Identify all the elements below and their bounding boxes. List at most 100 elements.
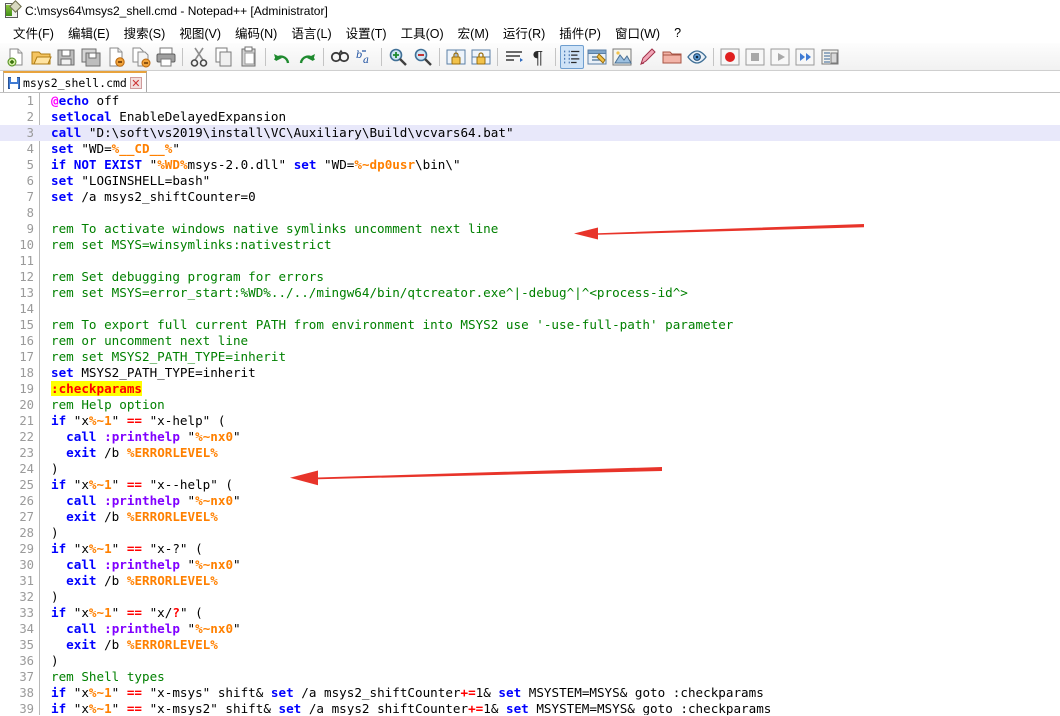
code-line[interactable]: 5 if NOT EXIST "%WD%msys-2.0.dll" set "WD… [0,157,1060,173]
code-line[interactable]: 16 rem or uncomment next line [0,333,1060,349]
close-file-icon[interactable] [104,45,128,69]
code-line[interactable]: 29 if "x%~1" == "x-?" ( [0,541,1060,557]
code-line[interactable]: 24) [0,461,1060,477]
menu-search[interactable]: 搜索(S) [117,21,173,44]
code-line[interactable]: 33 if "x%~1" == "x/?" ( [0,605,1060,621]
code-line[interactable]: 22 call :printhelp "%~nx0" [0,429,1060,445]
token-t: "x [66,413,89,428]
code-line[interactable]: 17 rem set MSYS2_PATH_TYPE=inherit [0,349,1060,365]
menu-edit[interactable]: 编辑(E) [61,21,117,44]
token-v: %~1 [88,701,112,715]
code-line[interactable]: 8 [0,205,1060,221]
code-line[interactable]: 34 call :printhelp "%~nx0" [0,621,1060,637]
code-line[interactable]: 32) [0,589,1060,605]
token-t [51,557,66,572]
cut-icon[interactable] [187,45,211,69]
sync-vertical-scroll-icon[interactable] [444,45,468,69]
replace-icon[interactable]: b a [353,45,377,69]
code-content[interactable]: 1 @echo off 2 setlocal EnableDelayedExpansi… [0,93,1060,715]
code-line[interactable]: 15 rem To export full current PATH from e… [0,317,1060,333]
monitoring-icon[interactable] [685,45,709,69]
tab-msys2-shell-cmd[interactable]: msys2_shell.cmd ✕ [3,71,147,92]
menu-run[interactable]: 运行(R) [496,21,552,44]
menu-tools[interactable]: 工具(O) [394,21,451,44]
code-line[interactable]: 30 call :printhelp "%~nx0" [0,557,1060,573]
sync-horizontal-scroll-icon[interactable] [469,45,493,69]
menu-settings[interactable]: 设置(T) [339,21,394,44]
token-k: if [51,157,67,172]
show-all-characters-icon[interactable]: ¶ [527,45,551,69]
code-line[interactable]: 7 set /a msys2_shiftCounter=0 [0,189,1060,205]
code-line[interactable]: 23 exit /b %ERRORLEVEL% [0,445,1060,461]
code-line[interactable]: 38 if "x%~1" == "x-msys" shift& set /a ms… [0,685,1060,701]
code-line[interactable]: 13 rem set MSYS=error_start:%WD%../../min… [0,285,1060,301]
menu-plugins[interactable]: 插件(P) [552,21,608,44]
save-all-icon[interactable] [79,45,103,69]
stop-record-macro-icon[interactable] [743,45,767,69]
menu-encoding[interactable]: 编码(N) [228,21,284,44]
line-number: 39 [19,702,34,715]
close-all-icon[interactable] [129,45,153,69]
token-t: 1& [483,701,506,715]
new-file-icon[interactable] [4,45,28,69]
document-map-icon[interactable] [610,45,634,69]
code-line[interactable]: 12 rem Set debugging program for errors [0,269,1060,285]
save-icon[interactable] [54,45,78,69]
start-record-macro-icon[interactable] [718,45,742,69]
editor-area[interactable]: 1 @echo off 2 setlocal EnableDelayedExpansi… [0,93,1060,715]
menu-help[interactable]: ? [667,24,688,42]
save-current-macro-icon[interactable] [818,45,842,69]
find-icon[interactable] [328,45,352,69]
code-line[interactable]: 26 call :printhelp "%~nx0" [0,493,1060,509]
code-line[interactable]: 20 rem Help option [0,397,1060,413]
menu-macro[interactable]: 宏(M) [451,21,496,44]
undo-icon[interactable] [270,45,294,69]
redo-icon[interactable] [295,45,319,69]
code-line[interactable]: 1 @echo off [0,93,1060,109]
play-macro-icon[interactable] [768,45,792,69]
code-line[interactable]: 25 if "x%~1" == "x--help" ( [0,477,1060,493]
token-t [66,157,74,172]
code-line[interactable]: 36) [0,653,1060,669]
code-line[interactable]: 18 set MSYS2_PATH_TYPE=inherit [0,365,1060,381]
code-line[interactable]: 35 exit /b %ERRORLEVEL% [0,637,1060,653]
code-line[interactable]: 21 if "x%~1" == "x-help" ( [0,413,1060,429]
code-line[interactable]: 11 [0,253,1060,269]
folder-as-workspace-icon[interactable] [660,45,684,69]
code-line[interactable]: 28) [0,525,1060,541]
code-line[interactable]: 37 rem Shell types [0,669,1060,685]
code-line[interactable]: 27 exit /b %ERRORLEVEL% [0,509,1060,525]
paste-icon[interactable] [237,45,261,69]
token-t: "x-msys2" shift& [142,701,279,715]
code-line[interactable]: 4 set "WD=%__CD__%" [0,141,1060,157]
indent-guide-icon[interactable] [560,44,584,69]
menu-file[interactable]: 文件(F) [6,21,61,44]
token-v: %~nx0 [195,621,234,636]
code-line[interactable]: 31 exit /b %ERRORLEVEL% [0,573,1060,589]
close-icon[interactable]: ✕ [129,76,142,89]
zoom-in-icon[interactable] [386,45,410,69]
line-text: if "x%~1" == "x-help" ( [51,413,225,429]
print-icon[interactable] [154,45,178,69]
code-line[interactable]: 6 set "LOGINSHELL=bash" [0,173,1060,189]
code-line[interactable]: 14 [0,301,1060,317]
code-line[interactable]: 2 setlocal EnableDelayedExpansion [0,109,1060,125]
menu-language[interactable]: 语言(L) [284,21,338,44]
copy-icon[interactable] [212,45,236,69]
menu-window[interactable]: 窗口(W) [608,21,667,44]
run-macro-multiple-icon[interactable] [793,45,817,69]
word-wrap-icon[interactable] [502,45,526,69]
menu-view[interactable]: 视图(V) [172,21,228,44]
token-t: " [179,621,196,636]
open-file-icon[interactable] [29,45,53,69]
token-t: off [88,93,120,108]
zoom-out-icon[interactable] [411,45,435,69]
user-defined-dialog-icon[interactable] [585,45,609,69]
token-k: echo [58,93,89,108]
code-line[interactable]: 19:checkparams [0,381,1060,397]
code-line[interactable]: 39 if "x%~1" == "x-msys2" shift& set /a m… [0,701,1060,715]
code-line[interactable]: 10 rem set MSYS=winsymlinks:nativestrict [0,237,1060,253]
code-line[interactable]: 3 call "D:\soft\vs2019\install\VC\Auxilia… [0,125,1060,141]
function-list-icon[interactable] [635,45,659,69]
code-line[interactable]: 9 rem To activate windows native symlinks… [0,221,1060,237]
